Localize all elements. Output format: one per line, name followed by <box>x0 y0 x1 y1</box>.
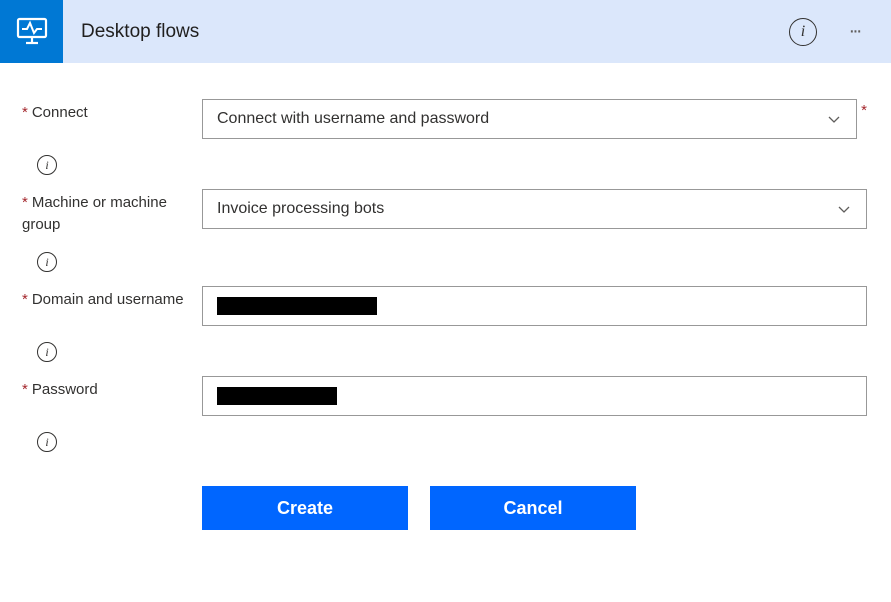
info-icon: i <box>45 345 48 360</box>
info-icon: i <box>801 23 805 41</box>
password-input[interactable] <box>202 376 867 416</box>
redacted-value <box>217 387 337 405</box>
info-icon: i <box>45 435 48 450</box>
password-label: *Password <box>22 376 202 401</box>
connect-select-value: Connect with username and password <box>217 110 489 128</box>
domain-username-label: *Domain and username <box>22 286 202 311</box>
required-indicator: * <box>861 99 867 119</box>
connect-info-button[interactable]: i <box>37 155 57 175</box>
domain-username-input[interactable] <box>202 286 867 326</box>
page-title: Desktop flows <box>81 21 199 43</box>
password-info-button[interactable]: i <box>37 432 57 452</box>
more-options-button[interactable]: ··· <box>839 20 869 43</box>
desktop-flows-tile <box>0 0 63 63</box>
info-icon: i <box>45 255 48 270</box>
more-horizontal-icon: ··· <box>849 20 860 43</box>
connect-select[interactable]: Connect with username and password <box>202 99 857 139</box>
machine-select-value: Invoice processing bots <box>217 200 384 218</box>
redacted-value <box>217 297 377 315</box>
create-button[interactable]: Create <box>202 486 408 530</box>
machine-info-button[interactable]: i <box>37 252 57 272</box>
info-icon: i <box>45 158 48 173</box>
monitor-flow-icon <box>13 13 51 51</box>
chevron-down-icon <box>826 111 842 127</box>
connect-label: *Connect <box>22 99 202 124</box>
machine-label: *Machine or machine group <box>22 189 202 236</box>
machine-select[interactable]: Invoice processing bots <box>202 189 867 229</box>
cancel-button[interactable]: Cancel <box>430 486 636 530</box>
chevron-down-icon <box>836 201 852 217</box>
header-info-button[interactable]: i <box>789 18 817 46</box>
domain-info-button[interactable]: i <box>37 342 57 362</box>
